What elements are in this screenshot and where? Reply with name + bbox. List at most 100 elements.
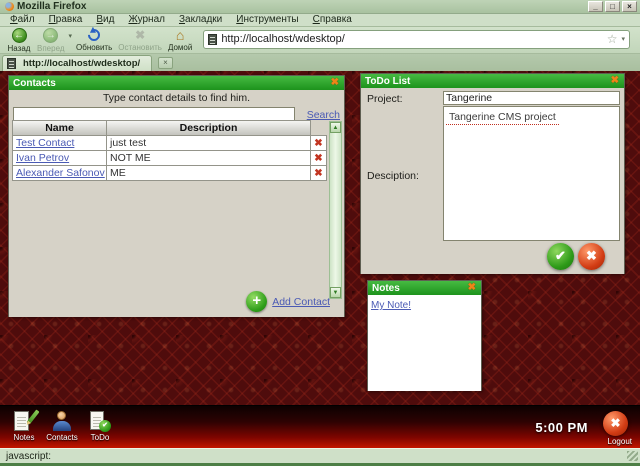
screen: Mozilla Firefox _ □ × Файл Правка Вид Жу… — [0, 0, 640, 466]
scroll-up-icon[interactable]: ▲ — [330, 122, 341, 133]
contact-link[interactable]: Alexander Safonov — [16, 167, 105, 179]
project-value: Tangerine — [446, 92, 493, 104]
taskbar-item-todo[interactable]: ✔ ToDo — [82, 410, 118, 442]
contacts-title: Contacts — [13, 77, 56, 89]
table-row: Alexander Safonov ME ✖ — [12, 165, 328, 181]
notes-close-icon[interactable]: ✖ — [467, 282, 477, 294]
contacts-close-icon[interactable]: ✖ — [330, 77, 340, 89]
menu-file[interactable]: Файл — [3, 14, 42, 26]
back-button[interactable]: ← Назад — [4, 27, 34, 53]
todo-app-icon: ✔ — [89, 410, 111, 432]
cell-description: ME — [106, 165, 311, 181]
contacts-scrollbar[interactable]: ▲ ▼ — [329, 121, 342, 299]
notes-app-icon — [13, 409, 40, 432]
delete-icon: ✖ — [314, 138, 323, 149]
cell-name: Ivan Petrov — [12, 150, 107, 166]
forward-icon: → — [43, 27, 59, 43]
scroll-down-icon[interactable]: ▼ — [330, 287, 341, 298]
home-label: Домой — [167, 43, 193, 52]
url-bar[interactable]: ☆ ▾ — [203, 29, 630, 49]
minimize-icon[interactable]: _ — [588, 1, 603, 12]
tab-close-button[interactable]: × — [158, 57, 173, 69]
resize-grip[interactable] — [627, 451, 638, 461]
taskbar-label: Contacts — [46, 433, 78, 442]
contact-link[interactable]: Test Contact — [16, 137, 74, 149]
tab-bar: http://localhost/wdesktop/ × — [0, 54, 640, 71]
taskbar-label: Notes — [13, 433, 35, 442]
menu-tools[interactable]: Инструменты — [229, 14, 305, 26]
logout-button[interactable]: ✖ — [603, 411, 628, 436]
contacts-table: Name Description Test Contact just test … — [12, 120, 328, 181]
desktop-background: Contacts ✖ Type contact details to find … — [0, 71, 640, 448]
delete-contact-button[interactable]: ✖ — [310, 150, 327, 166]
tab-favicon — [7, 58, 16, 69]
suggestion-item[interactable]: Tangerine CMS project — [446, 110, 559, 125]
taskbar-item-contacts[interactable]: Contacts — [44, 410, 80, 442]
column-header-name[interactable]: Name — [12, 120, 107, 136]
table-header-row: Name Description — [12, 120, 328, 136]
menu-edit[interactable]: Правка — [42, 14, 90, 26]
cell-description: NOT ME — [106, 150, 311, 166]
delete-icon: ✖ — [314, 153, 323, 164]
todo-titlebar[interactable]: ToDo List ✖ — [361, 74, 624, 88]
menu-bookmarks[interactable]: Закладки — [172, 14, 229, 26]
cell-description: just test — [106, 135, 311, 151]
contact-link[interactable]: Ivan Petrov — [16, 152, 69, 164]
add-contact-button[interactable]: + Add Contact — [246, 291, 330, 312]
cell-name: Alexander Safonov — [12, 165, 107, 181]
todo-title: ToDo List — [365, 75, 411, 87]
stop-label: Остановить — [118, 43, 162, 52]
contacts-titlebar[interactable]: Contacts ✖ — [9, 76, 344, 90]
confirm-button[interactable]: ✔ — [547, 243, 574, 270]
taskbar: Notes Contacts ✔ ToDo 5:00 PM ✖ Logout — [0, 405, 640, 448]
reload-icon — [85, 26, 103, 44]
url-input[interactable] — [221, 33, 605, 45]
contacts-window: Contacts ✖ Type contact details to find … — [8, 75, 345, 317]
reload-button[interactable]: Обновить — [73, 26, 115, 52]
add-contact-label: Add Contact — [272, 295, 330, 308]
window-controls: _ □ × — [588, 1, 637, 12]
reload-label: Обновить — [76, 43, 113, 52]
taskbar-label: ToDo — [90, 433, 110, 442]
todo-body: Project: Tangerine Tangerine CMS project… — [361, 88, 624, 274]
url-dropdown-icon[interactable]: ▾ — [621, 35, 625, 43]
bookmark-star-icon[interactable]: ☆ — [607, 32, 618, 46]
person-head-shape — [57, 411, 66, 420]
forward-label: Вперед — [37, 43, 65, 53]
todo-close-icon[interactable]: ✖ — [610, 75, 620, 87]
history-dropdown-icon[interactable]: ▾ — [69, 32, 73, 48]
taskbar-item-notes[interactable]: Notes — [6, 409, 42, 442]
description-label: Desciption: — [367, 170, 419, 182]
cell-name: Test Contact — [12, 135, 107, 151]
notes-body: My Note! — [368, 295, 481, 391]
table-row: Test Contact just test ✖ — [12, 135, 328, 151]
notes-titlebar[interactable]: Notes ✖ — [368, 281, 481, 295]
browser-titlebar[interactable]: Mozilla Firefox _ □ × — [0, 0, 640, 14]
home-button[interactable]: ⌂ Домой — [165, 28, 195, 52]
notes-window: Notes ✖ My Note! — [367, 280, 482, 391]
project-input[interactable]: Tangerine — [443, 91, 620, 105]
cancel-button[interactable]: ✖ — [578, 243, 605, 270]
stop-button[interactable]: ✖ Остановить — [115, 28, 165, 52]
menu-help[interactable]: Справка — [306, 14, 359, 26]
close-icon[interactable]: × — [622, 1, 637, 12]
delete-contact-button[interactable]: ✖ — [310, 135, 327, 151]
taskbar-clock: 5:00 PM — [535, 420, 588, 435]
forward-button[interactable]: → Вперед — [34, 27, 68, 53]
status-bar: javascript: — [0, 448, 640, 466]
status-text: javascript: — [6, 451, 52, 462]
project-suggestion-list: Tangerine CMS project — [443, 106, 620, 241]
delete-contact-button[interactable]: ✖ — [310, 165, 327, 181]
site-identity-icon[interactable] — [208, 33, 218, 45]
column-header-description[interactable]: Description — [106, 120, 311, 136]
stop-icon: ✖ — [135, 28, 146, 42]
maximize-icon[interactable]: □ — [605, 1, 620, 12]
navigation-toolbar: ← Назад → Вперед ▾ Обновить ✖ Остановить… — [0, 26, 640, 54]
contacts-hint: Type contact details to find him. — [102, 92, 251, 104]
notes-title: Notes — [372, 282, 400, 294]
tab-wdesktop[interactable]: http://localhost/wdesktop/ — [2, 55, 152, 71]
contacts-body: Type contact details to find him. Search… — [9, 90, 344, 317]
menu-history[interactable]: Журнал — [121, 14, 172, 26]
note-link[interactable]: My Note! — [371, 300, 411, 311]
person-body-shape — [53, 421, 71, 431]
